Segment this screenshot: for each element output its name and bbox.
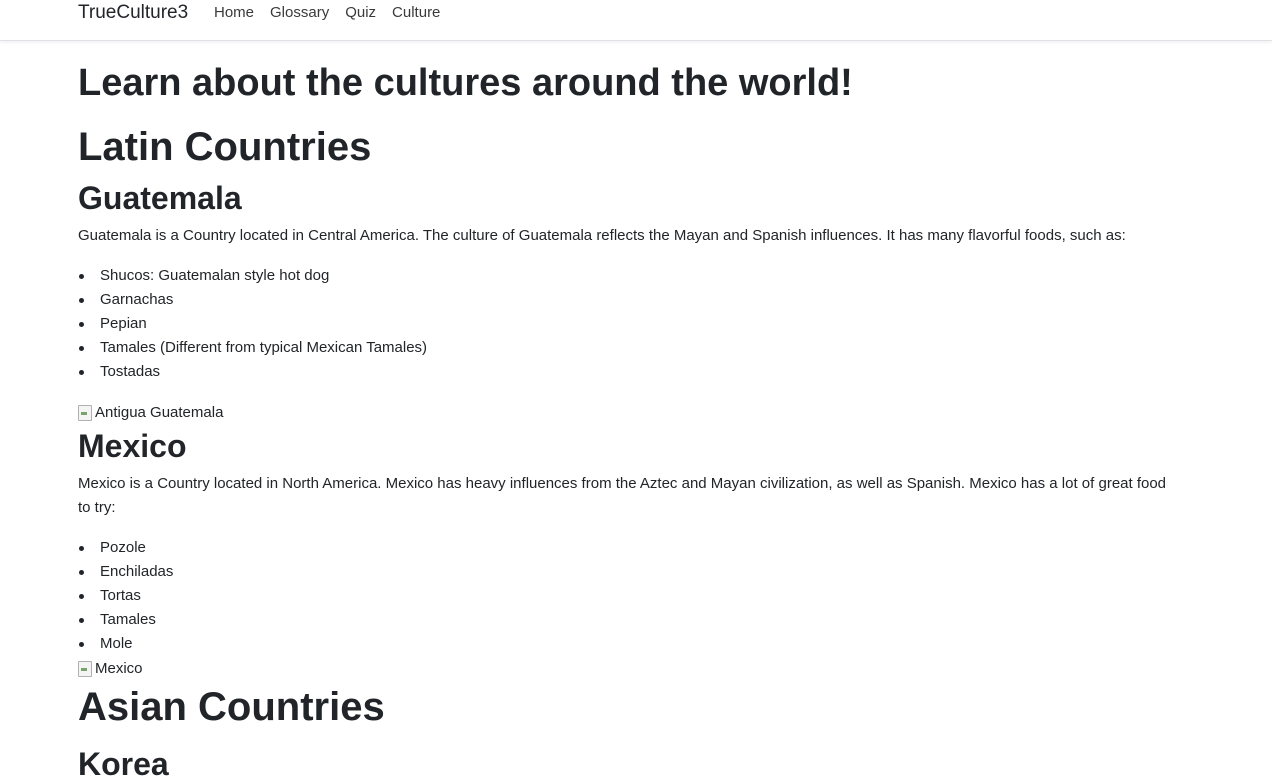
- nav-link-culture[interactable]: Culture: [392, 4, 440, 22]
- nav-link-home[interactable]: Home: [214, 4, 254, 22]
- guatemala-food-list: Shucos: Guatemalan style hot dog Garnach…: [78, 264, 427, 384]
- navbar: TrueCulture3 Home Glossary Quiz Culture: [0, 0, 1272, 41]
- list-item: Tamales: [78, 608, 173, 632]
- country-title-guatemala: Guatemala: [78, 180, 242, 216]
- list-item: Shucos: Guatemalan style hot dog: [78, 264, 427, 288]
- section-title-latin: Latin Countries: [78, 125, 372, 169]
- mexico-description: Mexico is a Country located in North Ame…: [78, 475, 1167, 516]
- image-alt-text: Mexico: [95, 660, 143, 677]
- nav-link-glossary[interactable]: Glossary: [270, 4, 329, 22]
- list-item: Mole: [78, 632, 173, 656]
- section-title-asian: Asian Countries: [78, 685, 385, 729]
- list-item: Garnachas: [78, 288, 427, 312]
- nav-links: Home Glossary Quiz Culture: [214, 4, 456, 22]
- list-item: Tamales (Different from typical Mexican …: [78, 336, 427, 360]
- mexico-image: Mexico: [78, 659, 143, 679]
- antigua-guatemala-image: Antigua Guatemala: [78, 403, 223, 423]
- list-item: Pozole: [78, 536, 173, 560]
- brand-link[interactable]: TrueCulture3: [78, 2, 188, 24]
- nav-link-quiz[interactable]: Quiz: [345, 4, 376, 22]
- list-item: Tostadas: [78, 360, 427, 384]
- guatemala-description: Guatemala is a Country located in Centra…: [78, 227, 1126, 244]
- country-title-korea: Korea: [78, 746, 169, 782]
- list-item: Enchiladas: [78, 560, 173, 584]
- broken-image-icon: [78, 405, 92, 421]
- image-alt-text: Antigua Guatemala: [95, 404, 224, 421]
- mexico-food-list: Pozole Enchiladas Tortas Tamales Mole: [78, 536, 173, 656]
- list-item: Pepian: [78, 312, 427, 336]
- broken-image-icon: [78, 661, 92, 677]
- country-title-mexico: Mexico: [78, 428, 187, 464]
- page-title: Learn about the cultures around the worl…: [78, 62, 853, 104]
- list-item: Tortas: [78, 584, 173, 608]
